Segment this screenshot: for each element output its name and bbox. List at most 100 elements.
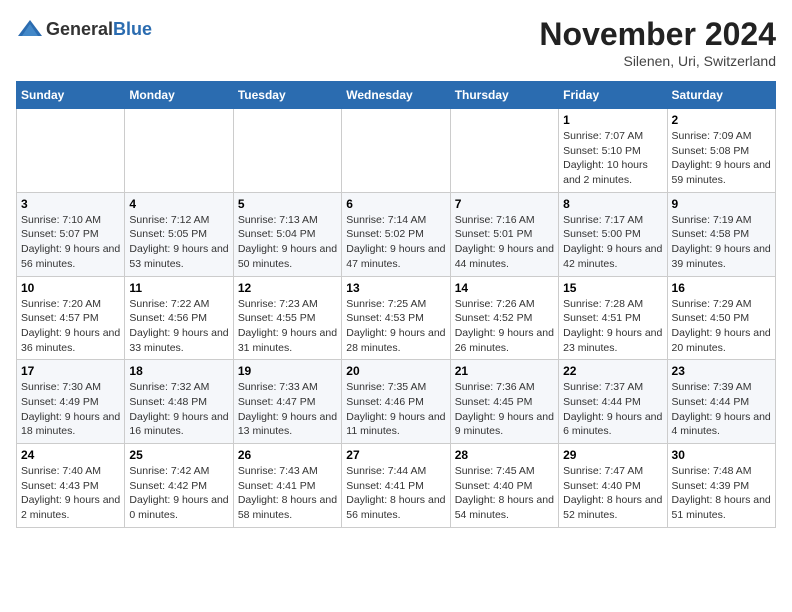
- day-number: 22: [563, 364, 662, 378]
- day-info: Sunrise: 7:07 AMSunset: 5:10 PMDaylight:…: [563, 129, 662, 188]
- day-info: Sunrise: 7:45 AMSunset: 4:40 PMDaylight:…: [455, 464, 554, 523]
- day-number: 13: [346, 281, 445, 295]
- day-number: 6: [346, 197, 445, 211]
- day-number: 19: [238, 364, 337, 378]
- calendar-cell: 16 Sunrise: 7:29 AMSunset: 4:50 PMDayligh…: [667, 276, 775, 360]
- day-info: Sunrise: 7:40 AMSunset: 4:43 PMDaylight:…: [21, 464, 120, 523]
- calendar-cell: 24 Sunrise: 7:40 AMSunset: 4:43 PMDayligh…: [17, 444, 125, 528]
- calendar-cell: 7 Sunrise: 7:16 AMSunset: 5:01 PMDaylight…: [450, 192, 558, 276]
- day-info: Sunrise: 7:44 AMSunset: 4:41 PMDaylight:…: [346, 464, 445, 523]
- calendar-cell: 22 Sunrise: 7:37 AMSunset: 4:44 PMDayligh…: [559, 360, 667, 444]
- calendar-week-2: 3 Sunrise: 7:10 AMSunset: 5:07 PMDaylight…: [17, 192, 776, 276]
- calendar-cell: 25 Sunrise: 7:42 AMSunset: 4:42 PMDayligh…: [125, 444, 233, 528]
- day-info: Sunrise: 7:29 AMSunset: 4:50 PMDaylight:…: [672, 297, 771, 356]
- calendar-cell: 9Sunrise: 7:19 AMSunset: 4:58 PMDaylight…: [667, 192, 775, 276]
- weekday-header-sunday: Sunday: [17, 82, 125, 109]
- day-number: 7: [455, 197, 554, 211]
- calendar-cell: 3 Sunrise: 7:10 AMSunset: 5:07 PMDaylight…: [17, 192, 125, 276]
- calendar-cell: 23 Sunrise: 7:39 AMSunset: 4:44 PMDayligh…: [667, 360, 775, 444]
- day-info: Sunrise: 7:43 AMSunset: 4:41 PMDaylight:…: [238, 464, 337, 523]
- day-number: 8: [563, 197, 662, 211]
- day-info: Sunrise: 7:22 AMSunset: 4:56 PMDaylight:…: [129, 297, 228, 356]
- day-number: 24: [21, 448, 120, 462]
- day-number: 9: [672, 197, 771, 211]
- calendar-cell: [17, 109, 125, 193]
- calendar-cell: 28Sunrise: 7:45 AMSunset: 4:40 PMDayligh…: [450, 444, 558, 528]
- day-number: 14: [455, 281, 554, 295]
- calendar-cell: 15 Sunrise: 7:28 AMSunset: 4:51 PMDayligh…: [559, 276, 667, 360]
- day-info: Sunrise: 7:30 AMSunset: 4:49 PMDaylight:…: [21, 380, 120, 439]
- day-number: 23: [672, 364, 771, 378]
- weekday-header-friday: Friday: [559, 82, 667, 109]
- day-number: 27: [346, 448, 445, 462]
- day-number: 17: [21, 364, 120, 378]
- weekday-header-wednesday: Wednesday: [342, 82, 450, 109]
- calendar-cell: 1 Sunrise: 7:07 AMSunset: 5:10 PMDaylight…: [559, 109, 667, 193]
- calendar-cell: 8 Sunrise: 7:17 AMSunset: 5:00 PMDaylight…: [559, 192, 667, 276]
- calendar-cell: 20 Sunrise: 7:35 AMSunset: 4:46 PMDayligh…: [342, 360, 450, 444]
- calendar-cell: [450, 109, 558, 193]
- title-block: November 2024 Silenen, Uri, Switzerland: [539, 16, 776, 69]
- day-info: Sunrise: 7:28 AMSunset: 4:51 PMDaylight:…: [563, 297, 662, 356]
- calendar-cell: 5 Sunrise: 7:13 AMSunset: 5:04 PMDaylight…: [233, 192, 341, 276]
- day-number: 21: [455, 364, 554, 378]
- calendar-cell: 14Sunrise: 7:26 AMSunset: 4:52 PMDayligh…: [450, 276, 558, 360]
- logo: GeneralBlue: [16, 16, 152, 44]
- day-info: Sunrise: 7:48 AMSunset: 4:39 PMDaylight:…: [672, 464, 771, 523]
- day-number: 30: [672, 448, 771, 462]
- day-info: Sunrise: 7:09 AMSunset: 5:08 PMDaylight:…: [672, 129, 771, 188]
- day-info: Sunrise: 7:20 AMSunset: 4:57 PMDaylight:…: [21, 297, 120, 356]
- day-info: Sunrise: 7:13 AMSunset: 5:04 PMDaylight:…: [238, 213, 337, 272]
- calendar-cell: 13 Sunrise: 7:25 AMSunset: 4:53 PMDayligh…: [342, 276, 450, 360]
- calendar-cell: 19 Sunrise: 7:33 AMSunset: 4:47 PMDayligh…: [233, 360, 341, 444]
- day-number: 25: [129, 448, 228, 462]
- location-text: Silenen, Uri, Switzerland: [539, 53, 776, 69]
- day-number: 1: [563, 113, 662, 127]
- logo-blue-text: Blue: [113, 19, 152, 39]
- calendar-week-3: 10Sunrise: 7:20 AMSunset: 4:57 PMDayligh…: [17, 276, 776, 360]
- day-info: Sunrise: 7:17 AMSunset: 5:00 PMDaylight:…: [563, 213, 662, 272]
- page-header: GeneralBlue November 2024 Silenen, Uri, …: [16, 16, 776, 69]
- day-info: Sunrise: 7:12 AMSunset: 5:05 PMDaylight:…: [129, 213, 228, 272]
- calendar-cell: 29Sunrise: 7:47 AMSunset: 4:40 PMDayligh…: [559, 444, 667, 528]
- day-info: Sunrise: 7:32 AMSunset: 4:48 PMDaylight:…: [129, 380, 228, 439]
- weekday-header-thursday: Thursday: [450, 82, 558, 109]
- logo-icon: [16, 16, 44, 44]
- month-title: November 2024: [539, 16, 776, 53]
- day-info: Sunrise: 7:39 AMSunset: 4:44 PMDaylight:…: [672, 380, 771, 439]
- day-number: 2: [672, 113, 771, 127]
- day-number: 4: [129, 197, 228, 211]
- day-info: Sunrise: 7:42 AMSunset: 4:42 PMDaylight:…: [129, 464, 228, 523]
- day-number: 20: [346, 364, 445, 378]
- calendar-cell: 12Sunrise: 7:23 AMSunset: 4:55 PMDayligh…: [233, 276, 341, 360]
- day-number: 29: [563, 448, 662, 462]
- calendar-cell: 26Sunrise: 7:43 AMSunset: 4:41 PMDayligh…: [233, 444, 341, 528]
- calendar-cell: 21 Sunrise: 7:36 AMSunset: 4:45 PMDayligh…: [450, 360, 558, 444]
- day-info: Sunrise: 7:36 AMSunset: 4:45 PMDaylight:…: [455, 380, 554, 439]
- day-info: Sunrise: 7:25 AMSunset: 4:53 PMDaylight:…: [346, 297, 445, 356]
- day-info: Sunrise: 7:23 AMSunset: 4:55 PMDaylight:…: [238, 297, 337, 356]
- day-info: Sunrise: 7:35 AMSunset: 4:46 PMDaylight:…: [346, 380, 445, 439]
- day-info: Sunrise: 7:37 AMSunset: 4:44 PMDaylight:…: [563, 380, 662, 439]
- calendar-cell: 4 Sunrise: 7:12 AMSunset: 5:05 PMDaylight…: [125, 192, 233, 276]
- logo-general-text: General: [46, 19, 113, 39]
- calendar-cell: 27 Sunrise: 7:44 AMSunset: 4:41 PMDayligh…: [342, 444, 450, 528]
- calendar-cell: [125, 109, 233, 193]
- calendar-cell: 17 Sunrise: 7:30 AMSunset: 4:49 PMDayligh…: [17, 360, 125, 444]
- day-number: 15: [563, 281, 662, 295]
- day-number: 3: [21, 197, 120, 211]
- day-info: Sunrise: 7:10 AMSunset: 5:07 PMDaylight:…: [21, 213, 120, 272]
- calendar-cell: 11 Sunrise: 7:22 AMSunset: 4:56 PMDayligh…: [125, 276, 233, 360]
- calendar-cell: 6Sunrise: 7:14 AMSunset: 5:02 PMDaylight…: [342, 192, 450, 276]
- day-number: 5: [238, 197, 337, 211]
- calendar-table: SundayMondayTuesdayWednesdayThursdayFrid…: [16, 81, 776, 528]
- day-info: Sunrise: 7:33 AMSunset: 4:47 PMDaylight:…: [238, 380, 337, 439]
- calendar-week-4: 17 Sunrise: 7:30 AMSunset: 4:49 PMDayligh…: [17, 360, 776, 444]
- day-number: 16: [672, 281, 771, 295]
- calendar-cell: 30 Sunrise: 7:48 AMSunset: 4:39 PMDayligh…: [667, 444, 775, 528]
- day-info: Sunrise: 7:16 AMSunset: 5:01 PMDaylight:…: [455, 213, 554, 272]
- weekday-header-tuesday: Tuesday: [233, 82, 341, 109]
- weekday-header-saturday: Saturday: [667, 82, 775, 109]
- calendar-cell: [342, 109, 450, 193]
- day-number: 11: [129, 281, 228, 295]
